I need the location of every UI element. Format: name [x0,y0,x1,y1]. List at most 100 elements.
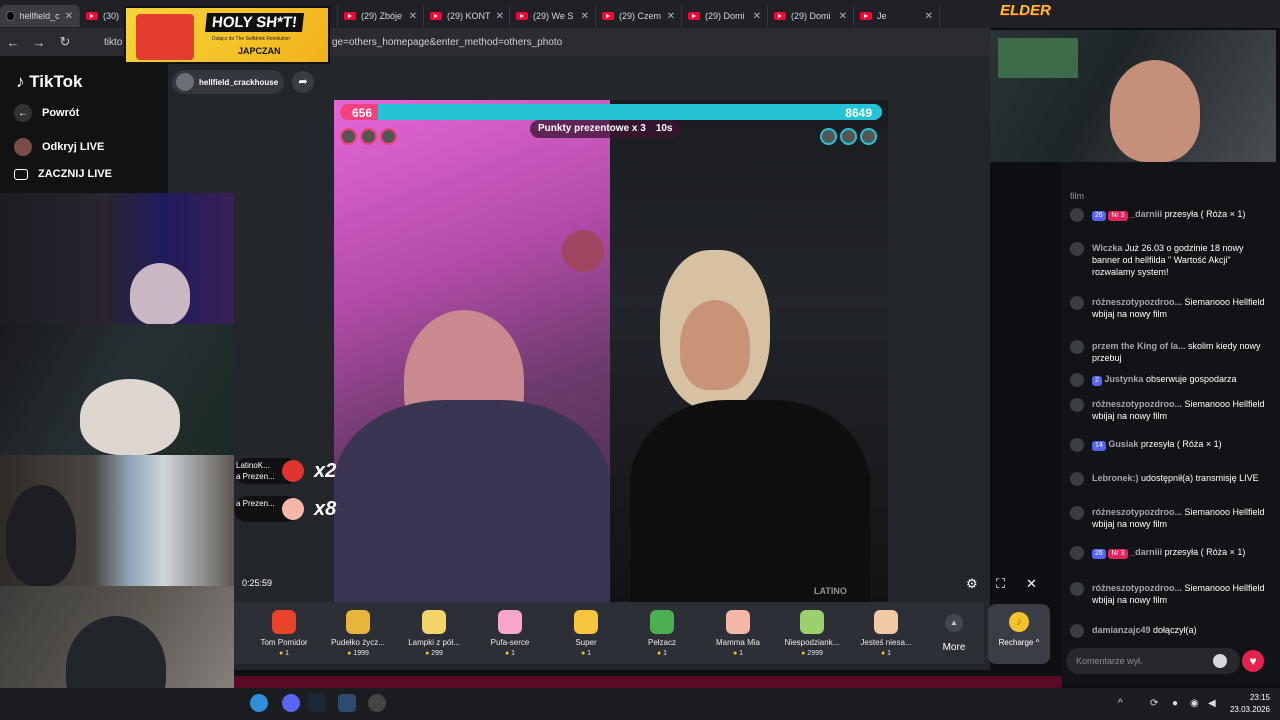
gift-item[interactable]: Pełzacz1 [626,610,698,657]
gift-item[interactable]: Pufa-serce1 [474,610,546,657]
avatar-icon [1070,340,1084,354]
chrome-icon[interactable] [250,694,268,712]
tiktok-logo[interactable]: ♪ TikTok [16,72,82,92]
taskbar [0,688,1280,720]
chat-username[interactable]: różneszotypozdroo... [1092,583,1182,593]
battle-video[interactable]: 656 8649 Punkty prezentowe x 3 10s LATINO [334,100,888,602]
reload-icon[interactable]: ↻ [52,34,78,50]
chat-username[interactable]: Wiczka [1092,243,1122,253]
gift-item[interactable]: Mamma Mia1 [702,610,774,657]
nav-discover-live[interactable]: Odkryj LIVE [14,138,104,156]
close-icon[interactable]: ✕ [925,11,933,22]
recharge-button[interactable]: ♪ Recharge ^ [988,604,1050,664]
wall-clock [562,230,604,272]
chevron-up-icon[interactable]: ^ [1118,698,1123,709]
chat-username[interactable]: różneszotypozdroo... [1092,399,1182,409]
team-avatar[interactable] [360,128,377,145]
browser-tab[interactable]: (29) We S ✕ [510,5,596,27]
tab-title: (30) [103,11,120,21]
chat-message: różneszotypozdroo... Siemanooo Hellfield… [1070,398,1270,422]
host-name: hellfield_crackhouse [199,77,279,87]
left-stream-video [334,100,610,602]
chat-message-body: damianzajc49 dołączył(a) [1092,624,1270,636]
tab-title: hellfield_c [19,11,60,21]
forward-icon[interactable]: → [26,35,52,50]
more-gifts-button[interactable]: ▲ More [934,610,974,653]
gift-item[interactable]: Pudełko życz...1999 [322,610,394,657]
heart-icon[interactable]: ♥ [1242,650,1264,672]
chat-username[interactable]: Justynka [1104,374,1143,384]
tomato-gift-icon [272,610,296,634]
chat-username[interactable]: różneszotypozdroo... [1092,507,1182,517]
share-arrow-icon[interactable]: ➦ [292,71,314,93]
team-avatar[interactable] [340,128,357,145]
taskbar-clock[interactable]: 23:15 23.03.2026 [1228,692,1270,716]
gift-item[interactable]: Tom Pomidor1 [248,610,320,657]
team-avatar[interactable] [860,128,877,145]
gift-item[interactable]: Super1 [550,610,622,657]
url-text-tail[interactable]: ge=others_homepage&enter_method=others_p… [332,37,562,48]
chat-username[interactable]: _darniii [1130,209,1162,219]
tab-title: (29) Domi [791,11,831,21]
avatar-icon [1070,582,1084,596]
combo-multiplier: x2 [314,459,337,482]
host-pill[interactable]: hellfield_crackhouse [172,70,284,94]
browser-tab[interactable]: (29) Zbóje ✕ [338,5,424,27]
close-icon[interactable]: ✕ [65,11,73,22]
webcam-feed [0,455,234,586]
browser-tab[interactable]: Je ✕ [854,5,940,27]
moon-lamp-icon [422,610,446,634]
close-icon[interactable]: ✕ [581,11,589,22]
gift-combo: a Prezen... x8 [234,496,336,522]
close-icon[interactable]: ✕ [753,11,761,22]
network-icon[interactable]: ⟳ [1150,698,1158,709]
youtube-tab-icon [430,12,442,20]
close-icon[interactable]: ✕ [839,11,847,22]
fullscreen-icon[interactable]: ⛶ [996,576,1005,592]
browser-tab[interactable]: (29) Domi ✕ [768,5,854,27]
coin-icon: ♪ [1009,612,1029,632]
microphone-icon[interactable]: ● [1172,698,1178,709]
combo-multiplier: x8 [314,497,337,520]
browser-tab[interactable]: (29) KONT ✕ [424,5,510,27]
settings-icon[interactable]: ⚙ [966,576,978,592]
gift-item[interactable]: Lampki z pół...299 [398,610,470,657]
team-avatar[interactable] [380,128,397,145]
chat-username[interactable]: Gusiak [1108,439,1138,449]
xbox-icon[interactable] [338,694,356,712]
chat-message: różneszotypozdroo... Siemanooo Hellfield… [1070,296,1270,320]
browser-tab[interactable]: (29) Czem ✕ [596,5,682,27]
chat-username[interactable]: przem the King of la... [1092,341,1186,351]
back-icon[interactable]: ← [0,35,26,50]
chat-username[interactable]: Lebronek:) [1092,473,1139,483]
steam-icon[interactable] [308,694,326,712]
chat-username[interactable]: _darniii [1130,547,1162,557]
chat-text: przesyła ( Róża × 1) [1140,439,1222,449]
url-text[interactable]: tikto [104,37,122,48]
nav-start-live[interactable]: ZACZNIJ LIVE [14,168,112,180]
host-avatar [176,73,194,91]
discord-icon[interactable] [282,694,300,712]
obs-icon[interactable] [368,694,386,712]
volume-icon[interactable]: ◀ [1208,698,1216,709]
nav-back[interactable]: ← Powrót [14,104,79,122]
close-icon[interactable]: ✕ [667,11,675,22]
team-avatar[interactable] [820,128,837,145]
gift-item[interactable]: Niespodziank...2999 [776,610,848,657]
browser-tab[interactable]: hellfield_c ✕ [0,5,80,27]
ad-title: HOLY SH*T! [205,13,305,32]
chat-username[interactable]: damianzajc49 [1092,625,1151,635]
youtube-tab-icon [688,12,700,20]
close-icon[interactable]: ✕ [496,11,504,22]
team-avatar[interactable] [840,128,857,145]
gift-item[interactable]: Jesteś niesa...1 [850,610,922,657]
emoji-icon[interactable] [1213,654,1227,668]
mute-icon[interactable]: ✕ [1026,576,1037,592]
chat-username[interactable]: różneszotypozdroo... [1092,297,1182,307]
wifi-icon[interactable]: ◉ [1190,698,1199,709]
tab-title: Je [877,11,887,21]
chat-text: przesyła ( Róża × 1) [1164,209,1246,219]
gift-icon [1070,546,1084,560]
close-icon[interactable]: ✕ [409,11,417,22]
browser-tab[interactable]: (29) Domi ✕ [682,5,768,27]
